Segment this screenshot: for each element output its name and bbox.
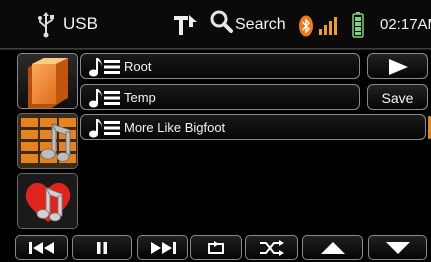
search-label[interactable]: Search	[235, 16, 286, 34]
pause-button[interactable]	[72, 235, 132, 260]
clock: 02:17AM	[380, 16, 431, 33]
category-favorites[interactable]	[17, 173, 78, 229]
save-button[interactable]: Save	[367, 84, 428, 110]
list-item-label: Root	[124, 59, 152, 74]
status-bar: USB Search 02:17AM	[0, 0, 431, 50]
category-folders[interactable]	[17, 53, 78, 109]
save-button-label: Save	[381, 90, 414, 106]
usb-icon	[38, 12, 54, 38]
category-songs[interactable]	[17, 113, 78, 169]
source-label: USB	[63, 14, 98, 33]
shuffle-icon	[259, 239, 284, 256]
music-list-icon	[89, 89, 120, 108]
music-list-icon	[89, 58, 120, 77]
previous-button[interactable]	[15, 235, 68, 260]
battery-icon	[352, 12, 364, 38]
bluetooth-icon	[299, 15, 313, 37]
play-icon	[389, 59, 408, 75]
list-item[interactable]: More Like Bigfoot	[80, 114, 426, 140]
down-arrow-icon	[385, 241, 410, 254]
folder-up-icon[interactable]	[172, 13, 198, 37]
list-item[interactable]: Root	[80, 53, 360, 79]
shuffle-button[interactable]	[245, 235, 298, 260]
repeat-icon	[208, 240, 224, 254]
search-icon[interactable]	[209, 9, 233, 33]
scroll-up-button[interactable]	[302, 235, 363, 260]
list-item-label: More Like Bigfoot	[124, 120, 226, 135]
play-button[interactable]	[367, 53, 428, 79]
repeat-button[interactable]	[190, 235, 242, 260]
music-list-icon	[89, 119, 120, 138]
scroll-down-button[interactable]	[368, 235, 427, 260]
list-item-label: Temp	[124, 90, 156, 105]
up-arrow-icon	[320, 241, 345, 254]
folder-icon	[28, 58, 68, 108]
pause-icon	[97, 241, 107, 254]
list-item[interactable]: Temp	[80, 84, 360, 110]
signal-icon	[319, 17, 337, 35]
next-icon	[150, 241, 176, 254]
heart-music-icon	[18, 174, 77, 228]
next-button[interactable]	[137, 235, 188, 260]
previous-icon	[28, 241, 54, 254]
status-divider	[0, 48, 431, 50]
music-grid-icon	[18, 114, 77, 168]
